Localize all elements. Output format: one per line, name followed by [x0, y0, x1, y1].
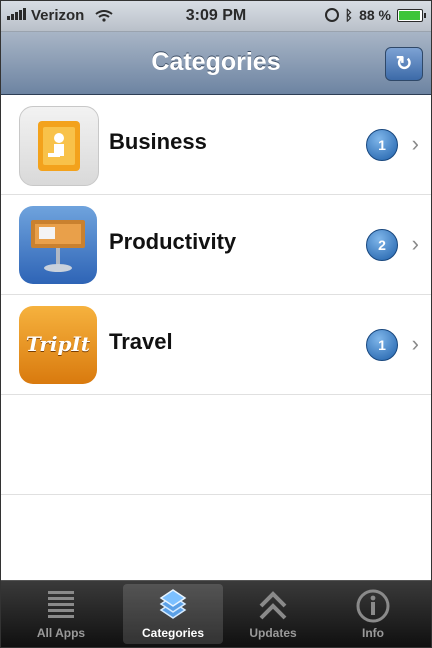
list-icon — [48, 591, 74, 618]
tab-all-apps[interactable]: All Apps — [11, 584, 111, 644]
app-frame: Verizon 3:09 PM ᛒ 88 % Categories ↻ Busi… — [0, 0, 432, 648]
bluetooth-icon: ᛒ — [344, 7, 354, 23]
category-list: Business 1 › Productivity 2 › TripIt Tra… — [1, 95, 431, 594]
chevron-right-icon: › — [411, 131, 419, 156]
refresh-icon: ↻ — [395, 53, 413, 75]
page-title: Categories — [151, 48, 281, 76]
category-label: Travel — [109, 329, 173, 354]
category-label: Business — [109, 129, 207, 154]
tab-label: Categories — [141, 626, 205, 640]
tripit-logo-text: TripIt — [25, 332, 91, 356]
category-label: Productivity — [109, 229, 237, 254]
tripit-app-icon: TripIt — [19, 306, 97, 384]
info-icon — [356, 589, 390, 623]
status-right: ᛒ 88 % — [324, 7, 426, 23]
count-badge: 1 — [366, 329, 398, 361]
tab-info[interactable]: Info — [323, 584, 423, 644]
status-bar: Verizon 3:09 PM ᛒ 88 % — [1, 1, 431, 32]
tab-label: Info — [362, 626, 384, 640]
refresh-button[interactable]: ↻ — [385, 47, 423, 81]
nav-bar: Categories ↻ — [1, 32, 431, 95]
lock-rotation-icon — [324, 8, 339, 22]
category-row-business[interactable]: Business 1 › — [1, 95, 431, 195]
category-row-productivity[interactable]: Productivity 2 › — [1, 195, 431, 295]
tab-bar: All Apps Categories Updates Info — [1, 580, 431, 647]
business-app-icon — [19, 106, 99, 186]
tab-updates[interactable]: Updates — [223, 584, 323, 644]
chevron-right-icon: › — [411, 331, 419, 356]
keynote-app-icon — [19, 206, 97, 284]
chevron-right-icon: › — [411, 231, 419, 256]
battery-icon — [397, 8, 426, 22]
category-row-travel[interactable]: TripIt Travel 1 › — [1, 295, 431, 395]
count-badge: 1 — [366, 129, 398, 161]
tab-label: All Apps — [36, 626, 86, 640]
empty-row — [1, 395, 431, 495]
battery-percent: 88 % — [359, 7, 391, 23]
layers-icon — [159, 589, 187, 619]
count-badge: 2 — [366, 229, 398, 261]
tab-categories[interactable]: Categories — [123, 584, 223, 644]
tab-label: Updates — [249, 626, 297, 640]
chevrons-up-icon — [259, 591, 287, 620]
